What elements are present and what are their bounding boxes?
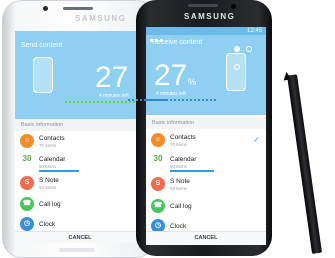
brand-logo: SAMSUNG xyxy=(75,14,127,23)
home-button[interactable] xyxy=(59,248,95,252)
progress-percent: 27 xyxy=(95,61,129,94)
item-count: 70 items xyxy=(170,142,188,147)
earpiece xyxy=(188,4,218,7)
item-name: Calendar xyxy=(170,156,197,163)
list-item-call-log[interactable]: ☎ Call log xyxy=(146,197,266,217)
status-icons xyxy=(150,29,168,42)
person-icon: ☺ xyxy=(20,134,34,148)
screen-title: Receive content xyxy=(152,39,203,46)
item-count: 50 items xyxy=(39,185,57,190)
cancel-button[interactable]: CANCEL xyxy=(146,231,266,244)
earpiece xyxy=(63,7,93,10)
percent-sign: % xyxy=(188,77,197,87)
item-name: Clock xyxy=(170,223,187,230)
phone-icon: ☎ xyxy=(20,197,34,211)
screen-title: Send content xyxy=(21,42,63,49)
page-indicator xyxy=(234,39,260,70)
brand-logo: SAMSUNG xyxy=(184,12,236,21)
clock-icon: ◷ xyxy=(20,217,34,231)
person-icon: ☺ xyxy=(151,133,165,147)
item-count: 50 items xyxy=(170,164,188,169)
s-pen xyxy=(287,74,323,254)
item-name: S Note xyxy=(39,177,59,184)
item-name: S Note xyxy=(170,178,190,185)
calendar-icon: 30 xyxy=(153,154,163,163)
phone-graphic-icon xyxy=(226,53,246,91)
front-camera xyxy=(43,6,48,11)
black-phone: SAMSUNG 12:45 Receive content 27 % 4 min… xyxy=(136,0,272,256)
item-count: 70 items xyxy=(39,143,57,148)
time-remaining: 4 minutes left xyxy=(99,93,129,99)
cancel-button[interactable]: CANCEL xyxy=(15,231,145,243)
item-name: Call log xyxy=(39,201,61,208)
status-time: 12:45 xyxy=(246,28,262,34)
receive-screen: 12:45 Receive content 27 % 4 minutes lef… xyxy=(146,27,266,245)
item-name: Clock xyxy=(39,221,56,228)
list-item-s-note[interactable]: S S Note 50 items xyxy=(146,175,266,195)
phone-icon: ☎ xyxy=(151,199,165,213)
item-count: 50 items xyxy=(170,186,188,191)
item-name: Call log xyxy=(170,203,192,210)
item-progress-bar xyxy=(170,170,214,172)
transfer-progress-line xyxy=(65,101,145,103)
progress-header: 12:45 Receive content 27 % 4 minutes lef… xyxy=(146,27,266,115)
calendar-icon: 30 xyxy=(22,154,32,163)
progress-percent: 27 xyxy=(154,59,188,92)
list-item-contacts[interactable]: ☺ Contacts 70 items ✓ xyxy=(146,131,266,151)
list-item-contacts[interactable]: ☺ Contacts 70 items xyxy=(15,132,145,152)
white-phone: SAMSUNG Send content 27 4 minutes left B… xyxy=(2,0,156,258)
check-icon: ✓ xyxy=(253,135,260,144)
item-name: Calendar xyxy=(39,156,66,163)
item-name: Contacts xyxy=(39,135,65,142)
section-header: Basic information xyxy=(146,117,266,129)
item-name: Contacts xyxy=(170,134,196,141)
time-remaining: 4 minutes left xyxy=(156,91,186,97)
front-camera xyxy=(231,4,236,9)
send-screen: Send content 27 4 minutes left Basic inf… xyxy=(15,31,145,243)
progress-header: Send content 27 4 minutes left xyxy=(15,31,145,119)
section-header: Basic information xyxy=(15,119,145,131)
list-item-s-note[interactable]: S S Note 50 items xyxy=(15,174,145,194)
list-item-calendar[interactable]: 30 Calendar 50 items xyxy=(146,153,266,173)
list-item-calendar[interactable]: 30 Calendar 50 items xyxy=(15,153,145,173)
item-progress-bar xyxy=(39,170,79,172)
transfer-link-line xyxy=(128,99,168,101)
list-item-call-log[interactable]: ☎ Call log xyxy=(15,195,145,215)
s-note-icon: S xyxy=(151,177,165,191)
phone-graphic-icon xyxy=(33,57,53,93)
status-bar: 12:45 xyxy=(146,27,266,42)
item-count: 50 items xyxy=(39,164,57,169)
s-note-icon: S xyxy=(20,176,34,190)
